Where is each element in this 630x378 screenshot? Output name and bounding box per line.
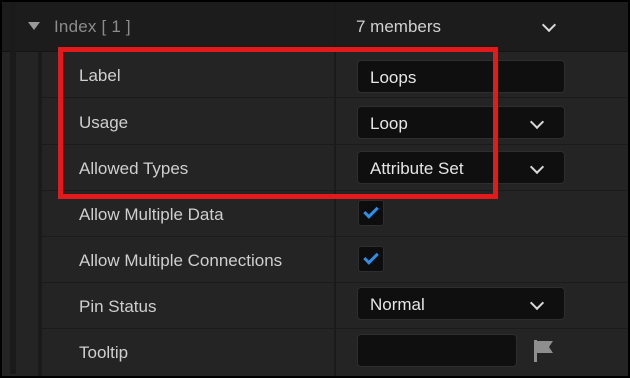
property-label: Label — [79, 66, 121, 85]
property-label: Allowed Types — [79, 159, 189, 178]
allow-multiple-data-checkbox[interactable] — [358, 200, 384, 226]
property-label: Pin Status — [79, 297, 157, 316]
tooltip-text-field[interactable] — [357, 334, 517, 367]
label-value: Loops — [370, 68, 417, 87]
property-row-allow-multiple-connections: Allow Multiple Connections — [42, 237, 628, 283]
checkmark-icon — [363, 203, 379, 219]
pin-status-dropdown[interactable]: Normal — [357, 287, 565, 320]
chevron-down-icon — [529, 114, 545, 130]
usage-dropdown[interactable]: Loop — [357, 106, 565, 139]
index-group-header[interactable]: Index [ 1 ] 7 members — [2, 2, 628, 52]
chevron-down-icon — [529, 159, 545, 175]
allowed-types-dropdown[interactable]: Attribute Set — [357, 151, 565, 184]
checkmark-icon — [363, 249, 379, 265]
details-panel: Index [ 1 ] 7 members Label Loops Usage … — [2, 2, 628, 376]
chevron-down-icon — [529, 295, 545, 311]
property-label: Usage — [79, 113, 129, 132]
tree-guide — [10, 2, 16, 374]
pin-status-value: Normal — [370, 295, 425, 314]
property-label: Allow Multiple Connections — [79, 251, 283, 270]
caret-down-icon[interactable] — [28, 22, 40, 30]
property-label: Allow Multiple Data — [79, 205, 224, 224]
chevron-down-icon[interactable] — [541, 17, 557, 33]
members-count: 7 members — [356, 17, 442, 36]
index-label: Index [ 1 ] — [54, 17, 131, 36]
allow-multiple-connections-checkbox[interactable] — [358, 246, 384, 272]
property-row-allow-multiple-data: Allow Multiple Data — [42, 191, 628, 237]
label-text-field[interactable]: Loops — [357, 60, 565, 93]
allowed-types-value: Attribute Set — [370, 159, 464, 178]
usage-value: Loop — [370, 114, 408, 133]
flag-icon[interactable] — [532, 339, 556, 363]
property-label: Tooltip — [79, 343, 129, 362]
